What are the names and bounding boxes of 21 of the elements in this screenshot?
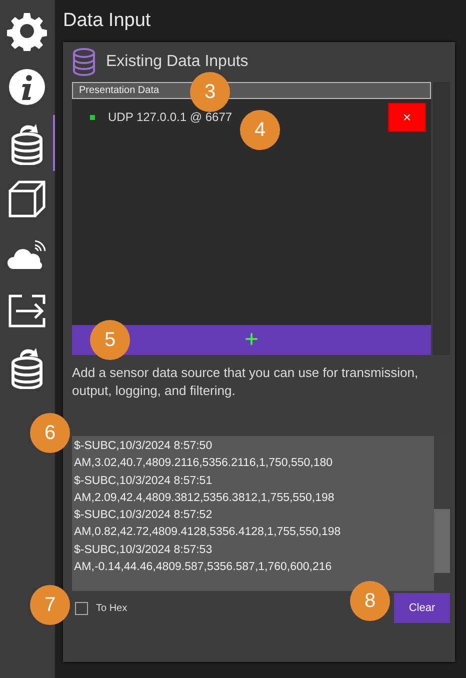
cloud-signal-icon xyxy=(6,239,46,271)
page-title: Data Input xyxy=(63,10,152,32)
checkbox-label: To Hex xyxy=(96,602,128,614)
log-line: AM,0.82,42.72,4809.4128,5356.4128,1,755,550,198 xyxy=(74,525,342,540)
info-icon xyxy=(8,68,46,106)
log-line: $-SUBC,10/3/2024 8:57:50 xyxy=(74,439,214,454)
delete-button[interactable]: × xyxy=(388,102,426,132)
panel-title: Existing Data Inputs xyxy=(106,53,248,71)
log-line: AM,-0.14,44.46,4809.587,5356.587,1,760,600,216 xyxy=(74,560,333,576)
gear-icon xyxy=(6,11,46,51)
log-line: $-SUBC,10/3/2024 8:57:51 xyxy=(74,474,214,489)
log-line: $-SUBC,10/3/2024 8:57:52 xyxy=(74,508,214,524)
clear-button[interactable]: Clear xyxy=(394,593,450,623)
description-text: Add a sensor data source that you can use for transmission, output, logging, and filtering. xyxy=(72,364,420,400)
log-line: AM,3.02,40.7,4809.2116,5356.2116,1,750,550,180 xyxy=(74,456,334,472)
checkbox[interactable] xyxy=(75,602,88,614)
cube-icon xyxy=(6,179,46,219)
export-icon xyxy=(8,294,46,328)
log-line: $-SUBC,10/3/2024 8:57:53 xyxy=(74,542,214,558)
database-icon xyxy=(72,48,96,76)
log-line: AM,2.09,42.4,4809.3812,5356.3812,1,755,550,198 xyxy=(74,490,336,506)
